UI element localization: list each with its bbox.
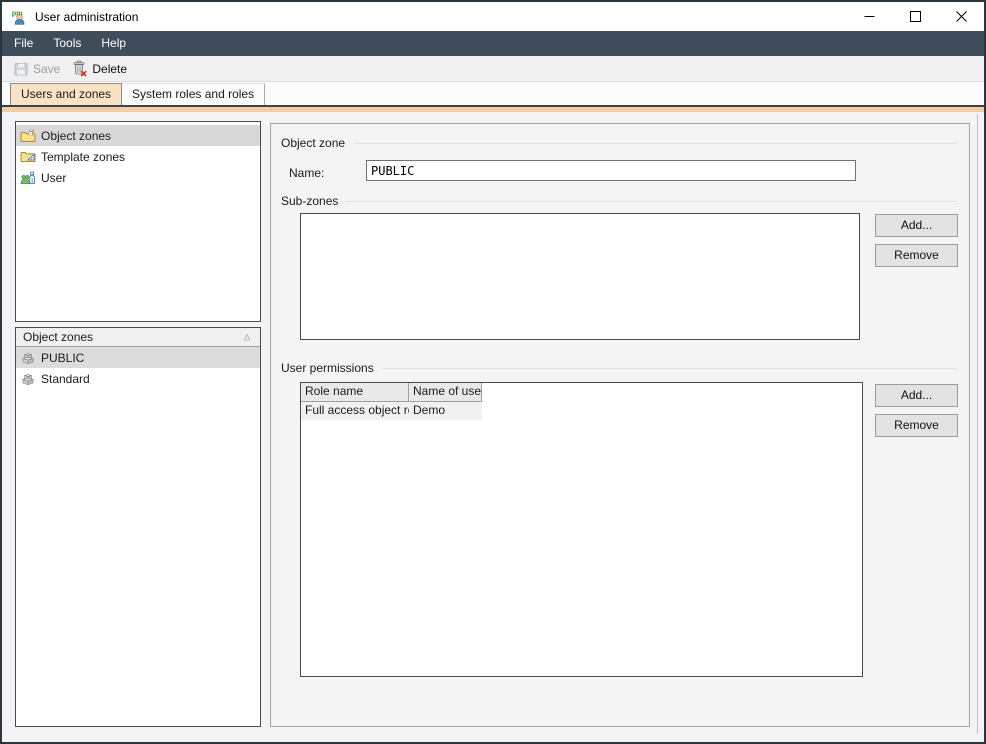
subzones-section: Sub-zones	[271, 194, 969, 208]
right-gutter-line	[977, 114, 978, 734]
zone-detail-group: Object zone Name: Sub-zones Add... Remov…	[270, 123, 970, 727]
app-window: pm User administration File Tools Help	[0, 0, 986, 744]
permissions-table-header: Role name Name of user	[301, 383, 862, 402]
section-divider	[346, 201, 957, 202]
permissions-section: User permissions	[271, 361, 969, 375]
delete-label: Delete	[92, 62, 127, 76]
zone-cube-icon	[20, 371, 36, 387]
tree-item-template-zones[interactable]: Template zones	[16, 146, 260, 167]
tree-item-user[interactable]: User	[16, 167, 260, 188]
menu-bar: File Tools Help	[2, 31, 984, 56]
zone-cube-icon	[20, 350, 36, 366]
menu-tools[interactable]: Tools	[43, 31, 91, 56]
object-zones-list-panel: Object zones PUBLIC	[15, 327, 261, 727]
subzones-section-label: Sub-zones	[281, 194, 338, 208]
save-icon	[13, 61, 29, 77]
list-item-label: PUBLIC	[41, 351, 84, 365]
cell-role-name: Full access object role	[301, 402, 409, 420]
app-icon: pm	[10, 8, 28, 26]
toolbar: Save Delete	[2, 56, 984, 82]
category-tree-panel: Object zones Template zones	[15, 121, 261, 322]
tree-item-label: User	[41, 171, 66, 185]
subzones-add-button[interactable]: Add...	[875, 214, 958, 237]
cell-name-of-user: Demo	[409, 402, 482, 420]
svg-text:pm: pm	[12, 8, 23, 17]
object-zones-list-header[interactable]: Object zones	[16, 328, 260, 347]
close-button[interactable]	[938, 2, 984, 31]
maximize-icon	[910, 11, 921, 22]
permissions-table: Role name Name of user Full access objec…	[300, 382, 863, 677]
list-item-label: Standard	[41, 372, 90, 386]
list-item-standard[interactable]: Standard	[16, 368, 260, 389]
subzones-remove-button[interactable]: Remove	[875, 244, 958, 267]
users-icon	[20, 170, 36, 186]
window-title: User administration	[35, 10, 138, 24]
tree-item-object-zones[interactable]: Object zones	[16, 125, 260, 146]
folder-zone-icon	[20, 128, 36, 144]
save-button: Save	[9, 59, 64, 79]
tree-item-label: Object zones	[41, 129, 111, 143]
content-area: Object zones Template zones	[2, 112, 984, 742]
folder-template-icon	[20, 149, 36, 165]
delete-button[interactable]: Delete	[67, 58, 131, 79]
tab-strip: Users and zones System roles and roles	[2, 82, 984, 105]
column-header-name-of-user[interactable]: Name of user	[409, 383, 482, 402]
section-divider	[353, 143, 957, 144]
permissions-remove-button[interactable]: Remove	[875, 414, 958, 437]
tree-item-label: Template zones	[41, 150, 125, 164]
menu-help[interactable]: Help	[91, 31, 136, 56]
column-header-role-name[interactable]: Role name	[301, 383, 409, 402]
tab-system-roles[interactable]: System roles and roles	[122, 83, 265, 105]
close-icon	[956, 11, 967, 22]
minimize-button[interactable]	[846, 2, 892, 31]
zone-name-input[interactable]	[366, 160, 856, 181]
object-zone-section-label: Object zone	[281, 136, 345, 150]
save-label: Save	[33, 62, 60, 76]
tab-users-and-zones[interactable]: Users and zones	[10, 83, 122, 105]
section-divider	[382, 368, 957, 369]
zone-name-label: Name:	[289, 166, 324, 180]
minimize-icon	[864, 11, 875, 22]
subzones-list[interactable]	[300, 213, 860, 340]
list-item-public[interactable]: PUBLIC	[16, 347, 260, 368]
maximize-button[interactable]	[892, 2, 938, 31]
sort-asc-icon	[241, 332, 253, 342]
menu-file[interactable]: File	[4, 31, 43, 56]
list-header-label: Object zones	[23, 330, 241, 344]
permissions-section-label: User permissions	[281, 361, 374, 375]
window-controls	[846, 2, 984, 31]
permissions-table-row[interactable]: Full access object role Demo	[301, 402, 862, 420]
object-zone-section: Object zone	[271, 136, 969, 150]
delete-icon	[71, 60, 88, 77]
permissions-add-button[interactable]: Add...	[875, 384, 958, 407]
title-bar: pm User administration	[2, 2, 984, 31]
